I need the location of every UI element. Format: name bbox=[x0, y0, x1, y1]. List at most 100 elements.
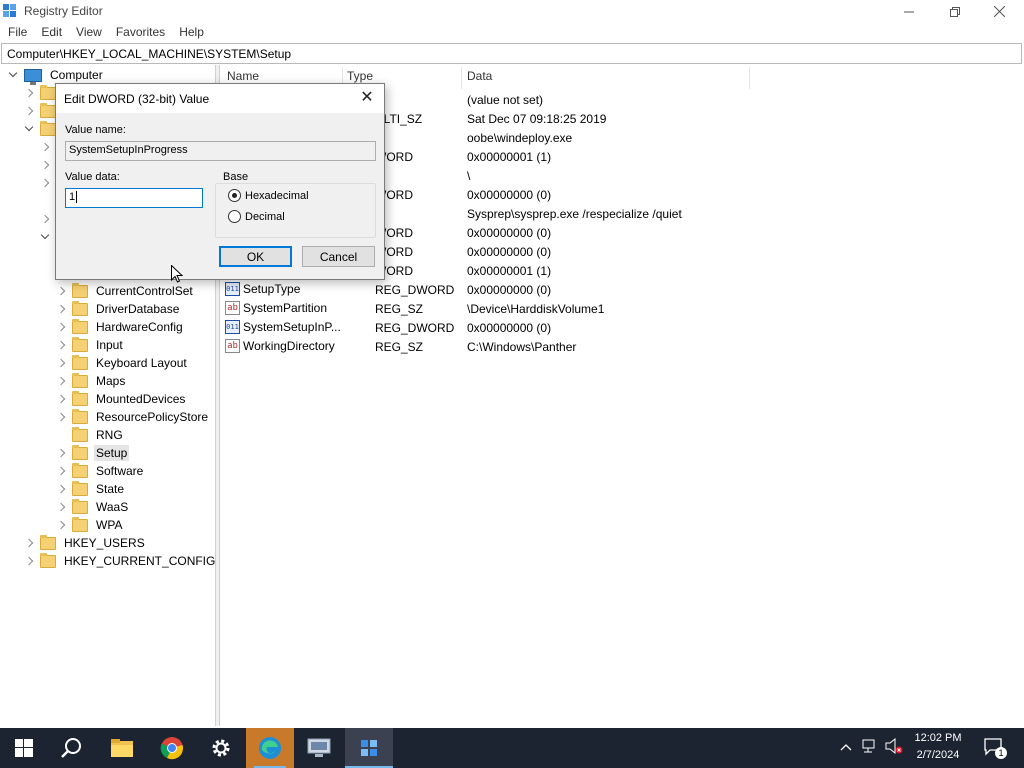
chevron-right-icon[interactable] bbox=[24, 88, 34, 98]
tree-item-hkey-current-config[interactable]: HKEY_CURRENT_CONFIG bbox=[24, 552, 215, 570]
dialog-close-button[interactable]: ✕ bbox=[356, 88, 378, 108]
address-bar[interactable]: Computer\HKEY_LOCAL_MACHINE\SYSTEM\Setup bbox=[1, 43, 1022, 64]
chevron-right-icon[interactable] bbox=[56, 286, 66, 296]
dialog-title-bar[interactable]: Edit DWORD (32-bit) Value ✕ bbox=[56, 84, 384, 113]
column-separator[interactable] bbox=[749, 67, 750, 89]
radio-checked-icon[interactable] bbox=[228, 189, 241, 202]
chevron-right-icon[interactable] bbox=[56, 466, 66, 476]
chevron-right-icon[interactable] bbox=[24, 106, 34, 116]
tree-item-currentcontrolset[interactable]: CurrentControlSet bbox=[56, 282, 195, 300]
tree-item-waas[interactable]: WaaS bbox=[56, 498, 130, 516]
chevron-right-icon[interactable] bbox=[56, 358, 66, 368]
tree-item-driverdatabase[interactable]: DriverDatabase bbox=[56, 300, 181, 318]
value-data-label: Value data: bbox=[65, 171, 120, 183]
tree-item-resourcepolicystore[interactable]: ResourcePolicyStore bbox=[56, 408, 210, 426]
list-row[interactable]: ab WorkingDirectory REG_SZ C:\Windows\Pa… bbox=[221, 337, 781, 356]
folder-icon bbox=[72, 408, 88, 424]
chevron-right-icon[interactable] bbox=[56, 322, 66, 332]
folder-icon bbox=[72, 480, 88, 496]
start-button[interactable] bbox=[0, 728, 48, 768]
cancel-button[interactable]: Cancel bbox=[302, 246, 375, 267]
tree-item-rng[interactable]: RNG bbox=[56, 426, 125, 444]
windows-logo-icon bbox=[15, 739, 33, 757]
chevron-right-icon[interactable] bbox=[40, 160, 50, 170]
registry-editor-icon bbox=[361, 740, 377, 756]
tree-item-hardwareconfig[interactable]: HardwareConfig bbox=[56, 318, 185, 336]
chevron-right-icon[interactable] bbox=[40, 142, 50, 152]
tree-item-setup[interactable]: Setup bbox=[56, 444, 130, 462]
chevron-right-icon[interactable] bbox=[40, 214, 50, 224]
search-button[interactable] bbox=[48, 728, 96, 768]
ok-button[interactable]: OK bbox=[219, 246, 292, 267]
menu-file[interactable]: File bbox=[1, 23, 34, 42]
chevron-right-icon[interactable] bbox=[56, 340, 66, 350]
tree-item-input[interactable]: Input bbox=[56, 336, 125, 354]
list-row[interactable]: ab SystemPartition REG_SZ \Device\Harddi… bbox=[221, 299, 781, 318]
chevron-down-icon[interactable] bbox=[8, 70, 18, 80]
folder-icon bbox=[40, 102, 56, 118]
close-icon: ✕ bbox=[360, 89, 374, 106]
chevron-right-icon[interactable] bbox=[56, 520, 66, 530]
chevron-right-icon[interactable] bbox=[56, 376, 66, 386]
chevron-right-icon[interactable] bbox=[56, 484, 66, 494]
volume-muted-icon[interactable] bbox=[885, 737, 903, 757]
network-icon[interactable] bbox=[862, 739, 878, 756]
taskbar-chrome[interactable] bbox=[148, 728, 196, 768]
chevron-right-icon[interactable] bbox=[56, 448, 66, 458]
tree-item-keyboard-layout[interactable]: Keyboard Layout bbox=[56, 354, 189, 372]
list-row[interactable]: 011 SystemSetupInP... REG_DWORD 0x000000… bbox=[221, 318, 781, 337]
chevron-right-icon[interactable] bbox=[56, 304, 66, 314]
remote-desktop-icon bbox=[307, 738, 331, 757]
column-header-data[interactable]: Data bbox=[461, 69, 492, 87]
taskbar-edge[interactable] bbox=[246, 728, 294, 768]
taskbar-registry-editor[interactable] bbox=[345, 728, 393, 768]
menu-edit[interactable]: Edit bbox=[34, 23, 69, 42]
tree-item-hidden[interactable] bbox=[40, 228, 56, 246]
menu-help[interactable]: Help bbox=[172, 23, 211, 42]
maximize-button[interactable] bbox=[932, 0, 978, 23]
tree-item-mounteddevices[interactable]: MountedDevices bbox=[56, 390, 187, 408]
restore-icon bbox=[950, 6, 960, 17]
taskbar-settings[interactable] bbox=[197, 728, 245, 768]
value-data-field[interactable]: 1 bbox=[65, 188, 203, 208]
radio-unchecked-icon[interactable] bbox=[228, 210, 241, 223]
tree-item-hidden[interactable] bbox=[40, 210, 56, 228]
clock-time[interactable]: 12:02 PM bbox=[905, 732, 971, 744]
chevron-down-icon[interactable] bbox=[24, 124, 34, 134]
tree-item-hidden[interactable] bbox=[40, 174, 56, 192]
folder-icon bbox=[72, 462, 88, 478]
minimize-icon bbox=[904, 11, 914, 12]
binary-value-icon: 011 bbox=[225, 282, 240, 296]
tree-item-hidden[interactable] bbox=[40, 138, 56, 156]
chevron-right-icon[interactable] bbox=[56, 394, 66, 404]
tree-item-hkey-users[interactable]: HKEY_USERS bbox=[24, 534, 147, 552]
chevron-down-icon[interactable] bbox=[40, 232, 50, 242]
list-row[interactable]: 011 SetupType REG_DWORD 0x00000000 (0) bbox=[221, 280, 781, 299]
chevron-right-icon[interactable] bbox=[24, 538, 34, 548]
tree-item-software[interactable]: Software bbox=[56, 462, 145, 480]
tree-item-maps[interactable]: Maps bbox=[56, 372, 127, 390]
taskbar-remote-desktop[interactable] bbox=[295, 728, 343, 768]
clock-date[interactable]: 2/7/2024 bbox=[905, 749, 971, 761]
hexadecimal-radio[interactable]: Hexadecimal bbox=[228, 189, 309, 202]
tree-item-wpa[interactable]: WPA bbox=[56, 516, 124, 534]
menu-view[interactable]: View bbox=[69, 23, 109, 42]
menu-favorites[interactable]: Favorites bbox=[109, 23, 172, 42]
decimal-radio[interactable]: Decimal bbox=[228, 210, 285, 223]
mouse-cursor-icon bbox=[171, 265, 183, 283]
folder-icon bbox=[72, 498, 88, 514]
chevron-right-icon[interactable] bbox=[56, 412, 66, 422]
close-button[interactable] bbox=[976, 0, 1022, 23]
tree-item-state[interactable]: State bbox=[56, 480, 126, 498]
chevron-up-icon[interactable] bbox=[840, 740, 852, 754]
chevron-right-icon[interactable] bbox=[24, 556, 34, 566]
chevron-right-icon[interactable] bbox=[40, 178, 50, 188]
chevron-right-icon[interactable] bbox=[56, 502, 66, 512]
notification-count-badge: 1 bbox=[995, 747, 1007, 759]
tree-item-hidden[interactable] bbox=[40, 156, 56, 174]
minimize-button[interactable] bbox=[886, 0, 932, 23]
taskbar-file-explorer[interactable] bbox=[98, 728, 146, 768]
value-name-field[interactable]: SystemSetupInProgress bbox=[65, 141, 376, 161]
tree-item-computer[interactable]: Computer bbox=[8, 66, 105, 85]
title-bar: Registry Editor bbox=[0, 0, 1024, 23]
